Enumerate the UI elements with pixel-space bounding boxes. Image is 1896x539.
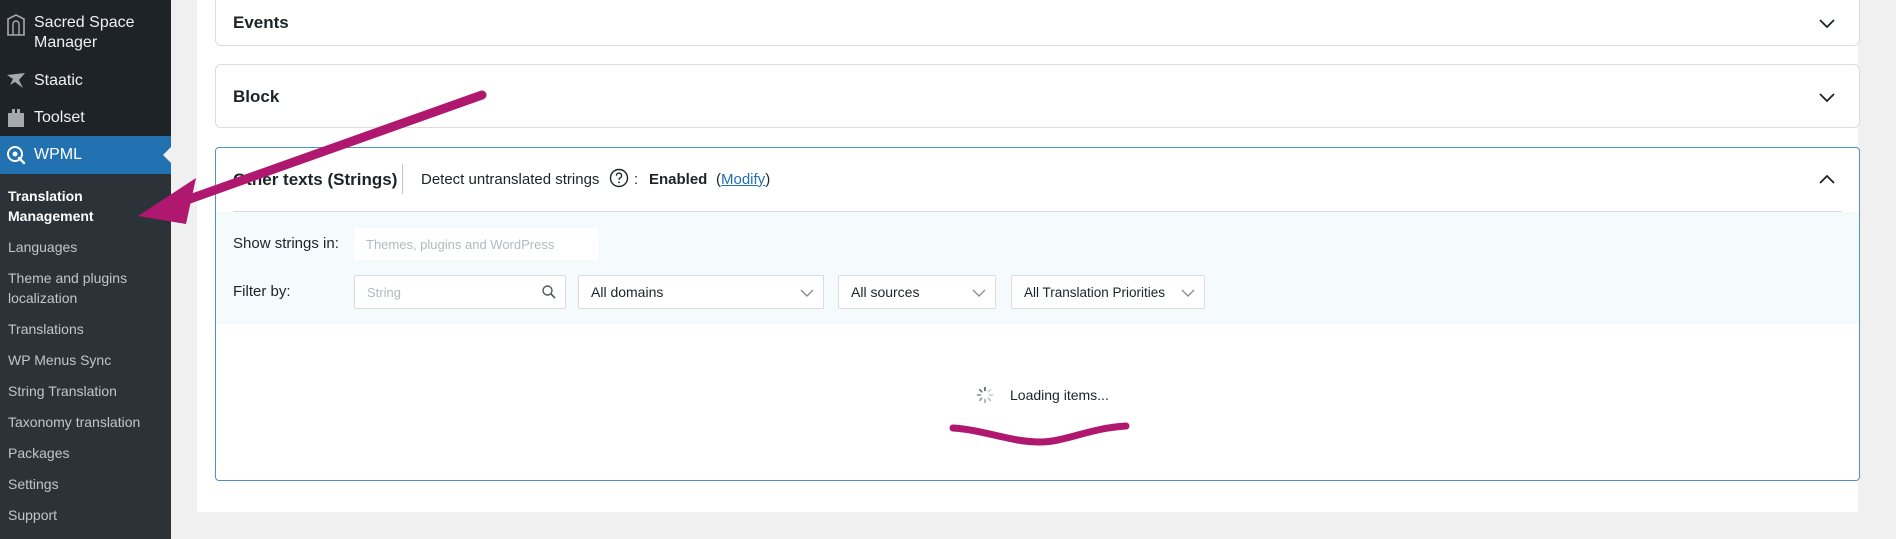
chevron-down-icon (799, 285, 815, 301)
submenu-item-translation-management[interactable]: Translation Management (8, 186, 168, 226)
chevron-down-icon[interactable] (1817, 13, 1837, 33)
wpml-submenu: Translation Management Languages Theme a… (0, 174, 171, 539)
chevron-down-icon (1180, 285, 1196, 301)
detect-status-value: Enabled (649, 171, 708, 188)
priority-select[interactable]: All Translation Priorities (1011, 275, 1205, 309)
submenu-item-support[interactable]: Support (8, 505, 168, 525)
domains-select-value: All domains (591, 284, 664, 300)
sidebar-item-wpml[interactable]: WPML (0, 136, 171, 174)
sources-select[interactable]: All sources (838, 275, 996, 309)
help-icon[interactable] (609, 168, 629, 188)
show-strings-label: Show strings in: (233, 235, 339, 252)
chevron-down-icon[interactable] (1817, 87, 1837, 107)
submenu-item-string-translation[interactable]: String Translation (8, 381, 168, 401)
sidebar-item-staatic[interactable]: Staatic (0, 67, 171, 95)
show-strings-select[interactable]: Themes, plugins and WordPress (354, 228, 598, 260)
submenu-item-packages[interactable]: Packages (8, 443, 168, 463)
panel-title-events: Events (233, 13, 289, 32)
sidebar-item-sacred-space-manager[interactable]: Sacred Space Manager (0, 8, 171, 58)
modify-link[interactable]: Modify (721, 171, 765, 188)
sidebar-item-label: Staatic (34, 72, 83, 89)
sidebar-item-label: Toolset (34, 109, 85, 126)
submenu-item-taxonomy-translation[interactable]: Taxonomy translation (8, 412, 168, 432)
staatic-icon (5, 70, 27, 92)
chevron-up-icon[interactable] (1817, 170, 1837, 190)
submenu-item-translations[interactable]: Translations (8, 319, 168, 339)
paren-close: ) (765, 171, 771, 188)
submenu-item-settings[interactable]: Settings (8, 474, 168, 494)
domains-select[interactable]: All domains (578, 275, 824, 309)
chevron-down-icon (971, 285, 987, 301)
search-icon[interactable] (541, 284, 557, 300)
colon: : (634, 171, 639, 188)
submenu-item-wp-menus-sync[interactable]: WP Menus Sync (8, 350, 168, 370)
strings-panel: Other texts (Strings) Detect untranslate… (215, 147, 1860, 481)
panel-title-strings[interactable]: Other texts (Strings) (233, 170, 397, 190)
string-search-box (354, 275, 566, 309)
header-divider (402, 164, 403, 194)
sidebar-item-toolset[interactable]: Toolset (0, 104, 171, 132)
wpml-icon (5, 144, 27, 166)
submenu-item-theme-plugins-localization[interactable]: Theme and plugins localization (8, 268, 168, 308)
loading-text: Loading items... (1010, 387, 1109, 403)
ssm-logo-icon (5, 14, 27, 36)
spinner-icon (976, 386, 994, 404)
panel-title-block: Block (233, 87, 280, 106)
block-panel[interactable]: Block (215, 64, 1860, 128)
sidebar-item-label: WPML (34, 146, 82, 163)
detect-untranslated-label: Detect untranslated strings (421, 171, 600, 188)
sidebar-item-label: Sacred Space Manager (34, 14, 135, 51)
filter-by-label: Filter by: (233, 283, 291, 300)
events-panel[interactable]: Events (215, 0, 1860, 46)
loading-indicator: Loading items... (976, 386, 1109, 404)
priority-select-value: All Translation Priorities (1024, 284, 1166, 300)
submenu-item-languages[interactable]: Languages (8, 237, 168, 257)
modify-wrapper: (Modify) (716, 171, 770, 188)
header-separator (233, 211, 1842, 212)
sources-select-value: All sources (851, 284, 920, 300)
admin-sidebar: Sacred Space Manager Staatic Toolset WPM… (0, 0, 171, 539)
string-search-input[interactable] (355, 276, 525, 308)
toolset-icon (5, 107, 27, 129)
